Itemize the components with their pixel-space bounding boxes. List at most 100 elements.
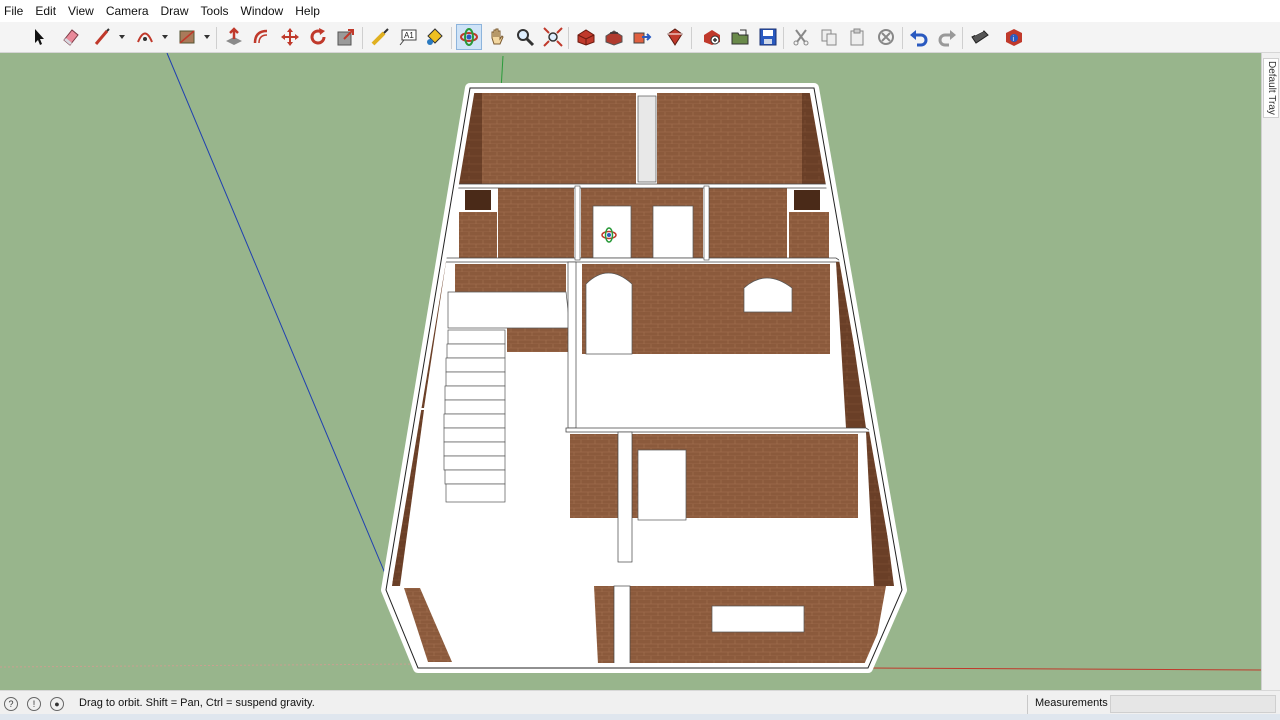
redo-icon <box>938 30 956 47</box>
stair-room-back-wall <box>455 264 566 292</box>
room2-wall-a <box>498 188 574 258</box>
menu-camera[interactable]: Camera <box>100 0 155 22</box>
red-axis-dashed-line <box>0 663 421 668</box>
pan-tool-button[interactable] <box>484 24 510 50</box>
cut-button[interactable] <box>788 24 814 50</box>
rectangle-dropdown-caret[interactable] <box>203 32 211 42</box>
arched-window <box>743 277 793 313</box>
front-window <box>711 605 805 633</box>
zoom-tool-button[interactable] <box>512 24 538 50</box>
stair-landing <box>447 291 571 329</box>
paste-button[interactable] <box>844 24 870 50</box>
arc-tool-icon <box>137 32 153 43</box>
user-account-icon[interactable]: ● <box>50 697 64 711</box>
orbit-tool-icon <box>460 28 478 46</box>
text-tool-button[interactable]: A1 <box>395 24 421 50</box>
move-tool-button[interactable] <box>277 24 303 50</box>
taskbar-strip <box>0 714 1280 720</box>
orbit-tool-button[interactable] <box>456 24 482 50</box>
paint-bucket-tool-button[interactable] <box>421 24 447 50</box>
tape-measure-tool-button[interactable] <box>367 24 393 50</box>
3d-warehouse-button[interactable] <box>573 24 599 50</box>
right-doorway <box>794 190 820 210</box>
copy-button[interactable] <box>816 24 842 50</box>
drawing-viewport[interactable] <box>0 53 1261 690</box>
offset-tool-icon <box>253 29 268 44</box>
open-file-button[interactable] <box>727 24 753 50</box>
select-tool-button[interactable] <box>26 24 52 50</box>
rectangle-tool-button[interactable] <box>174 24 200 50</box>
share-component-button[interactable] <box>629 24 655 50</box>
back-wall-left <box>480 92 636 184</box>
partition-wall-3 <box>565 427 874 433</box>
print-button[interactable] <box>967 24 993 50</box>
new-file-button[interactable] <box>699 24 725 50</box>
default-tray-tab[interactable]: Default Tray <box>1263 58 1279 118</box>
geo-location-icon[interactable]: ? <box>4 697 18 711</box>
red-axis-line <box>869 667 1261 671</box>
new-file-icon <box>704 30 720 45</box>
select-tool-icon <box>35 29 44 45</box>
save-file-icon <box>759 28 777 46</box>
pan-tool-icon <box>491 28 504 45</box>
bedroom-door <box>637 449 687 521</box>
hall-wall-left <box>570 434 618 518</box>
toolbar-separator <box>568 27 569 49</box>
arched-doorway <box>585 272 633 355</box>
status-message: Drag to orbit. Shift = Pan, Ctrl = suspe… <box>79 697 315 709</box>
delete-icon <box>878 29 894 45</box>
measurements-input[interactable] <box>1110 695 1276 713</box>
rotate-tool-button[interactable] <box>305 24 331 50</box>
extension-warehouse-icon <box>667 28 683 46</box>
line-tool-button[interactable] <box>89 24 115 50</box>
arc-dropdown-caret[interactable] <box>161 32 169 42</box>
undo-button[interactable] <box>906 24 932 50</box>
toolbar-separator <box>451 27 452 49</box>
extension-warehouse-button[interactable] <box>662 24 688 50</box>
room2-wall-c <box>709 188 787 258</box>
menu-window[interactable]: Window <box>235 0 290 22</box>
delete-button[interactable] <box>873 24 899 50</box>
left-doorway <box>465 190 491 210</box>
share-model-button[interactable] <box>601 24 627 50</box>
blue-axis-line <box>166 53 393 591</box>
zoom-extents-tool-button[interactable] <box>540 24 566 50</box>
credits-icon[interactable]: ! <box>27 697 41 711</box>
menu-edit[interactable]: Edit <box>29 0 62 22</box>
save-file-button[interactable] <box>755 24 781 50</box>
menu-file[interactable]: File <box>0 0 29 22</box>
open-file-icon <box>731 29 749 45</box>
back-wall-right <box>657 92 802 184</box>
menu-view[interactable]: View <box>62 0 100 22</box>
room2-wall-right <box>789 212 829 258</box>
status-separator <box>1027 695 1028 715</box>
push-pull-tool-button[interactable] <box>221 24 247 50</box>
3d-warehouse-icon <box>577 29 595 46</box>
partition-wall-2 <box>439 257 844 263</box>
scale-tool-button[interactable] <box>333 24 359 50</box>
model-info-button[interactable]: i <box>1001 24 1027 50</box>
redo-button[interactable] <box>934 24 960 50</box>
front-partition <box>613 585 631 665</box>
center-partition <box>567 261 577 429</box>
toolbar-separator <box>902 27 903 49</box>
share-component-icon <box>633 32 652 44</box>
menu-help[interactable]: Help <box>289 0 326 22</box>
zoom-tool-icon <box>517 29 535 47</box>
offset-tool-button[interactable] <box>249 24 275 50</box>
paste-icon <box>850 28 864 46</box>
door-opening-2 <box>652 205 694 259</box>
eraser-tool-icon <box>63 29 79 46</box>
partition-post-2 <box>703 185 710 261</box>
menu-draw[interactable]: Draw <box>155 0 195 22</box>
zoom-extents-tool-icon <box>543 27 563 47</box>
partition-wall-1 <box>453 183 831 189</box>
arc-tool-button[interactable] <box>132 24 158 50</box>
model-info-icon: i <box>1006 29 1022 46</box>
hall-partition <box>617 431 633 563</box>
push-pull-tool-icon <box>226 27 242 45</box>
print-icon <box>971 30 989 44</box>
line-dropdown-caret[interactable] <box>118 32 126 42</box>
menu-tools[interactable]: Tools <box>195 0 235 22</box>
eraser-tool-button[interactable] <box>58 24 84 50</box>
